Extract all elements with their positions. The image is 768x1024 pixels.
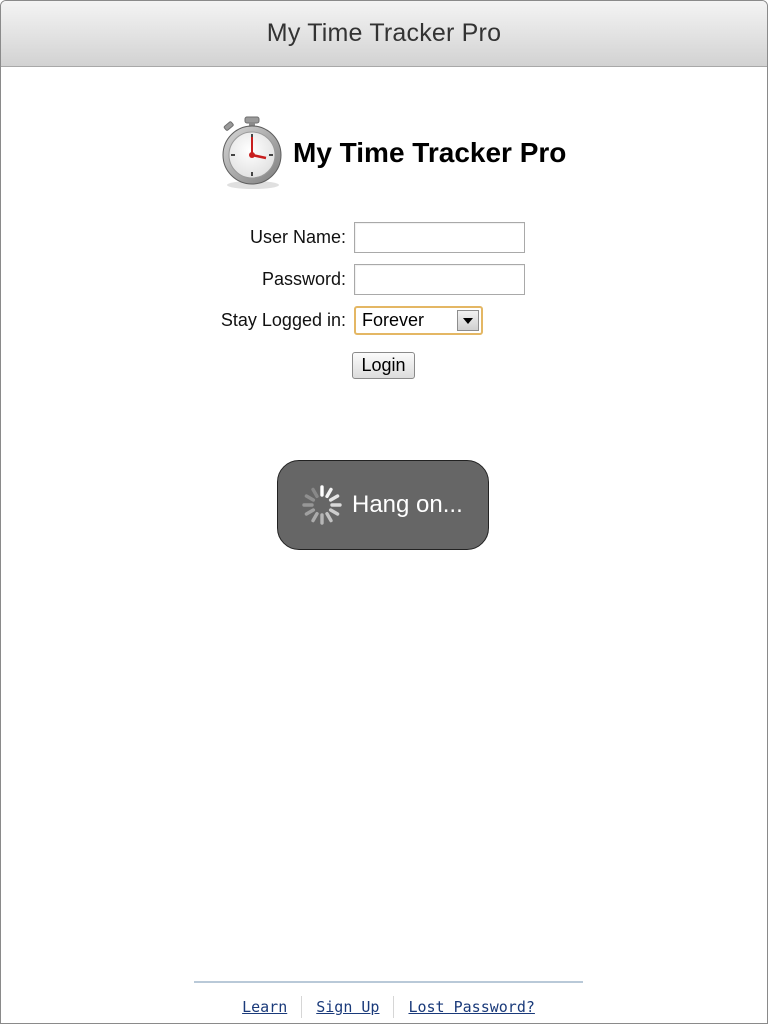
username-field[interactable]: [354, 222, 525, 253]
sign-up-link[interactable]: Sign Up: [302, 996, 393, 1018]
app-logo-text: My Time Tracker Pro: [293, 137, 567, 168]
loading-spinner-icon: [302, 485, 342, 525]
stopwatch-icon: [222, 116, 282, 189]
loading-message: Hang on...: [352, 491, 463, 518]
app-logo: My Time Tracker Pro: [215, 115, 566, 191]
password-field[interactable]: [354, 264, 525, 295]
app-window: My Time Tracker Pro My Time Tracker Pro …: [0, 0, 768, 1024]
loading-overlay: Hang on...: [277, 460, 489, 550]
stay-logged-in-select[interactable]: Forever: [354, 306, 483, 335]
password-row: Password:: [1, 264, 525, 295]
footer-divider: [194, 981, 583, 983]
dropdown-arrow-icon[interactable]: [457, 310, 479, 331]
title-bar: My Time Tracker Pro: [1, 1, 767, 67]
username-row: User Name:: [1, 222, 525, 253]
stay-logged-in-row: Stay Logged in: Forever: [1, 306, 483, 335]
password-label: Password:: [261, 269, 346, 289]
learn-link[interactable]: Learn: [228, 996, 301, 1018]
login-button[interactable]: Login: [352, 352, 415, 379]
lost-password-link[interactable]: Lost Password?: [394, 996, 548, 1018]
stay-logged-in-value: Forever: [362, 310, 425, 330]
footer-nav: Learn Sign Up Lost Password?: [194, 995, 583, 1019]
stay-logged-in-label: Stay Logged in:: [220, 310, 346, 330]
title-bar-text: My Time Tracker Pro: [266, 19, 502, 47]
username-label: User Name:: [249, 227, 346, 247]
